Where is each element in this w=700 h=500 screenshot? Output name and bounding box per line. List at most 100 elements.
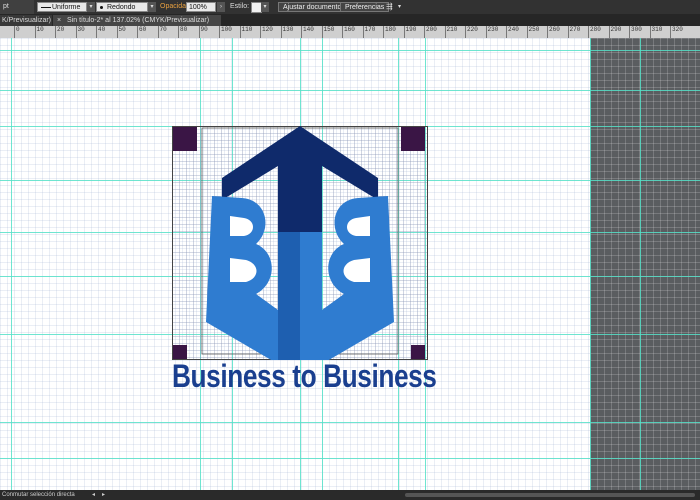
opacity-input[interactable]: 100% [186, 2, 216, 12]
guide-horizontal[interactable] [0, 90, 700, 91]
document-tab-bar: K/Previsualizar) × Sin título-2* al 137.… [0, 14, 700, 26]
arrange-icon[interactable]: ⇶ [386, 0, 393, 14]
tab-close-icon[interactable]: × [57, 17, 61, 24]
ruler-tick [629, 26, 630, 38]
ruler-tick [383, 26, 384, 38]
ruler-label: 190 [405, 26, 417, 33]
ruler-tick [424, 26, 425, 38]
ruler-label: 100 [221, 26, 232, 33]
brush-dot-icon [100, 6, 103, 9]
ruler-label: 80 [180, 26, 188, 33]
chevron-down-icon[interactable]: ▾ [398, 0, 401, 14]
unit-field[interactable]: pt [0, 0, 34, 14]
canvas[interactable]: Business to Business [0, 38, 700, 490]
ruler-label: 10 [36, 26, 44, 33]
ruler-tick [465, 26, 466, 38]
ruler-label: 90 [200, 26, 208, 33]
ruler-tick [219, 26, 220, 38]
stroke-profile-dropdown[interactable]: Uniforme [37, 2, 87, 12]
ruler-tick [670, 26, 671, 38]
ruler-tick [608, 26, 610, 38]
ruler-tick [506, 26, 507, 38]
ruler-tick [116, 26, 118, 38]
ruler-label: 260 [549, 26, 560, 33]
ruler-label: 270 [569, 26, 581, 33]
ruler-label: 250 [528, 26, 540, 33]
ruler-label: 0 [16, 26, 20, 33]
chevron-down-icon[interactable]: ▾ [148, 2, 156, 12]
ruler-tick [526, 26, 528, 38]
ruler-label: 120 [262, 26, 273, 33]
ruler-label: 130 [282, 26, 294, 33]
ruler-label: 310 [651, 26, 663, 33]
ruler-tick [239, 26, 241, 38]
chevron-down-icon[interactable]: ▾ [261, 2, 269, 12]
ruler-label: 290 [610, 26, 622, 33]
ruler-tick [444, 26, 446, 38]
t-stem-highlight [300, 232, 322, 360]
status-bar: Conmutar selección directa ◂ ▸ [0, 490, 700, 500]
ruler-tick [280, 26, 282, 38]
ruler-tick [96, 26, 97, 38]
ruler-label: 50 [118, 26, 126, 33]
ruler-tick [567, 26, 569, 38]
ruler-tick [362, 26, 364, 38]
guide-horizontal[interactable] [0, 422, 700, 423]
tab-current-document[interactable]: × Sin título-2* al 137.02% (CMYK/Previsu… [53, 15, 221, 26]
preferences-button[interactable]: Preferencias [340, 2, 390, 12]
ruler-label: 200 [426, 26, 437, 33]
ruler-label: 210 [446, 26, 458, 33]
stroke-line-icon [41, 7, 51, 8]
horizontal-scrollbar[interactable] [405, 493, 695, 497]
ruler-label: 240 [508, 26, 519, 33]
tab-previous-document[interactable]: K/Previsualizar) [0, 15, 52, 26]
chevron-down-icon[interactable]: ▾ [87, 2, 95, 12]
nav-next-icon[interactable]: ▸ [102, 490, 105, 500]
adjust-document-button[interactable]: Ajustar documento [278, 2, 347, 12]
ruler-label: 150 [323, 26, 335, 33]
ruler-label: 20 [57, 26, 65, 33]
ruler-tick [260, 26, 261, 38]
ruler-label: 40 [98, 26, 106, 33]
ruler-tick [178, 26, 179, 38]
ruler-tick [649, 26, 651, 38]
guide-horizontal[interactable] [0, 458, 700, 459]
corner-square [173, 127, 197, 151]
chevron-right-icon[interactable]: › [217, 2, 225, 12]
ruler-label: 60 [139, 26, 147, 33]
ruler-tick [14, 26, 15, 38]
ruler-tick [321, 26, 323, 38]
brush-dropdown[interactable]: Redondo 5... [96, 2, 148, 21]
ruler-tick [342, 26, 343, 38]
ruler-tick [198, 26, 200, 38]
ruler-label: 180 [385, 26, 396, 33]
ruler-label: 300 [631, 26, 642, 33]
ruler-label: 170 [364, 26, 376, 33]
ruler-label: 70 [159, 26, 167, 33]
corner-square [411, 345, 425, 359]
ruler-tick [157, 26, 159, 38]
style-label: Estilo: [230, 3, 250, 10]
ruler-label: 140 [303, 26, 314, 33]
ruler-label: 320 [672, 26, 683, 33]
tab-label: Sin título-2* al 137.02% (CMYK/Previsual… [67, 17, 210, 24]
ruler-tick [403, 26, 405, 38]
ruler-label: 280 [590, 26, 601, 33]
ruler-label: 160 [344, 26, 355, 33]
ruler-tick [75, 26, 77, 38]
ruler-label: 30 [77, 26, 85, 33]
guide-horizontal[interactable] [0, 50, 700, 51]
ruler-tick [137, 26, 138, 38]
ruler-label: 110 [241, 26, 253, 33]
btb-logo[interactable] [172, 126, 428, 360]
corner-square [173, 345, 187, 359]
corner-square [401, 127, 425, 151]
control-bar: pt Uniforme ▾ Redondo 5... ▾ Opacidad: 1… [0, 0, 700, 21]
ruler-tick [547, 26, 548, 38]
tool-status-text: Conmutar selección directa [2, 492, 75, 498]
ruler-tick [55, 26, 56, 38]
ruler-tick [34, 26, 36, 38]
logo-tagline[interactable]: Business to Business [172, 358, 437, 394]
ruler-label: 220 [467, 26, 478, 33]
nav-prev-icon[interactable]: ◂ [92, 490, 95, 500]
